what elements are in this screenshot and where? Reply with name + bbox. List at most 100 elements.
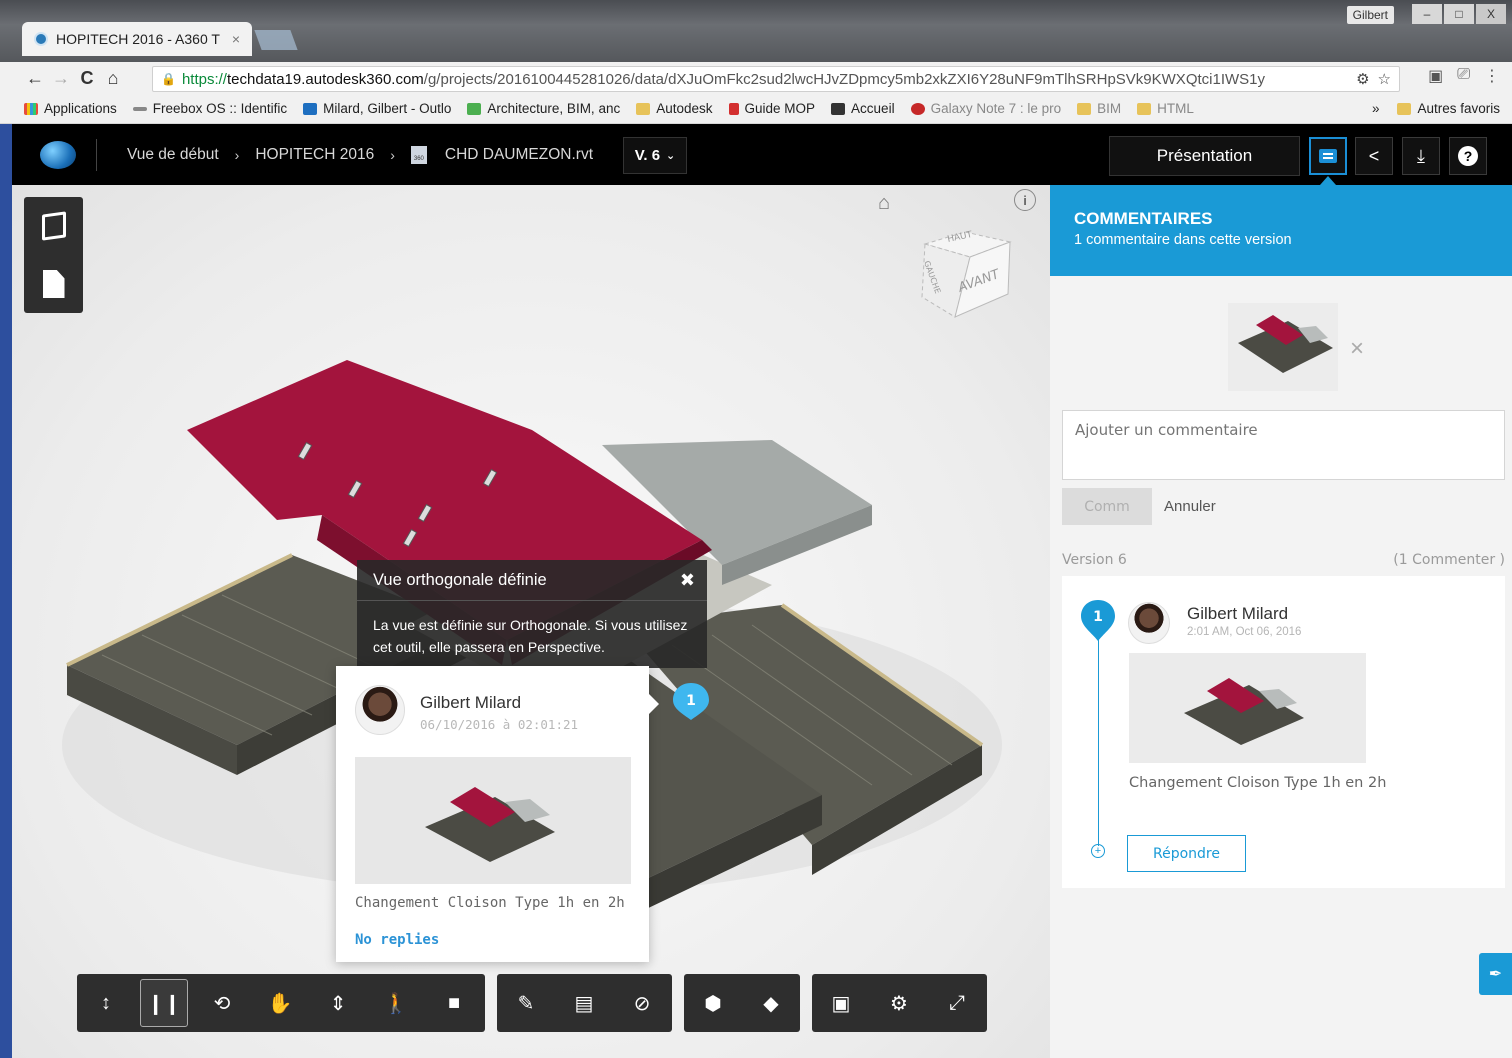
viewcube[interactable]: HAUT AVANT GAUCHE: [920, 222, 1015, 322]
back-button[interactable]: ←: [22, 68, 48, 89]
presentation-button[interactable]: Présentation: [1109, 136, 1300, 176]
comment-snapshot[interactable]: [355, 757, 631, 884]
home-button[interactable]: ⌂: [100, 68, 126, 89]
cast-icon[interactable]: ⎚: [1457, 66, 1470, 86]
pen-icon: ✒: [1488, 966, 1503, 983]
window-user-badge[interactable]: Gilbert: [1346, 6, 1394, 24]
bookmark-label: HTML: [1157, 101, 1194, 116]
chevron-right-icon: ›: [234, 147, 240, 163]
walk-icon[interactable]: 🚶: [367, 974, 425, 1032]
comment-popup: Gilbert Milard 06/10/2016 à 02:01:21 Cha…: [336, 666, 659, 962]
remove-snapshot-icon[interactable]: ×: [1350, 335, 1364, 363]
download-icon: ⤓: [1417, 145, 1425, 166]
popup-date: 06/10/2016 à 02:01:21: [420, 717, 579, 732]
bookmark-label: Guide MOP: [744, 101, 816, 116]
add-reply-icon[interactable]: +: [1091, 844, 1105, 858]
cancel-button[interactable]: Annuler: [1164, 498, 1216, 515]
breadcrumb-home[interactable]: Vue de début: [127, 146, 219, 164]
extensions-area: ▣ ⎚ ⋮: [1428, 66, 1500, 86]
maximize-button[interactable]: □: [1444, 4, 1474, 24]
close-window-button[interactable]: X: [1476, 4, 1506, 24]
settings-icon[interactable]: ⚙: [870, 974, 928, 1032]
bookmark-galaxy[interactable]: Galaxy Note 7 : le pro: [910, 101, 1061, 116]
address-bar[interactable]: 🔒 https:// techdata19.autodesk360.com /g…: [152, 66, 1400, 92]
model-browser-icon[interactable]: ▣: [812, 974, 870, 1032]
hide-icon[interactable]: ⊘: [613, 974, 671, 1032]
bookmark-bim[interactable]: BIM: [1077, 101, 1121, 116]
site-icon: [467, 102, 482, 115]
bookmark-applications[interactable]: Applications: [24, 101, 117, 116]
sheets-button[interactable]: [24, 255, 83, 313]
browser-tab[interactable]: HOPITECH 2016 - A360 T ×: [22, 22, 252, 56]
reload-button[interactable]: C: [74, 68, 100, 89]
info-icon[interactable]: i: [1014, 189, 1036, 211]
explode-icon[interactable]: ⬢: [684, 974, 742, 1032]
comment-icon[interactable]: ▤: [555, 974, 613, 1032]
new-tab-button[interactable]: [254, 30, 298, 50]
apps-grid-icon: [24, 102, 38, 115]
home-view-icon[interactable]: ⌂: [878, 192, 890, 215]
cube-icon: [41, 211, 66, 241]
orbit-icon[interactable]: ⟲: [193, 974, 251, 1032]
toast-close-icon[interactable]: ✖: [680, 570, 695, 591]
submit-comment-button[interactable]: Comm: [1062, 488, 1152, 525]
version-dropdown[interactable]: V. 6 ⌄: [623, 137, 687, 174]
a360-logo-icon[interactable]: [40, 141, 76, 169]
share-button[interactable]: <: [1355, 137, 1393, 175]
zoom-icon[interactable]: ⇕: [309, 974, 367, 1032]
reply-button[interactable]: Répondre: [1127, 835, 1246, 872]
version-label: Version 6: [1062, 552, 1127, 568]
comment-input[interactable]: [1062, 410, 1505, 480]
bookmark-label: Autodesk: [656, 101, 713, 116]
accueil-icon: [831, 102, 846, 115]
markup-icon[interactable]: ✎: [497, 974, 555, 1032]
folder-icon: [636, 102, 651, 115]
attached-snapshot[interactable]: [1228, 303, 1338, 391]
popup-comment-text: Changement Cloison Type 1h en 2h: [355, 895, 625, 911]
breadcrumb-file: CHD DAUMEZON.rvt: [444, 146, 593, 163]
bookmark-label: Freebox OS :: Identific: [152, 101, 288, 116]
comment-snapshot[interactable]: [1129, 653, 1366, 763]
markup-toolbar: ✎ ▤ ⊘: [497, 974, 672, 1032]
bookmark-freebox[interactable]: Freebox OS :: Identific: [132, 101, 288, 116]
comments-button[interactable]: [1309, 137, 1347, 175]
bookmarks-overflow-button[interactable]: »: [1372, 101, 1380, 116]
bookmark-autodesk[interactable]: Autodesk: [636, 101, 713, 116]
avatar: [1128, 602, 1170, 644]
other-bookmarks[interactable]: Autres favoris: [1397, 101, 1500, 116]
bookmark-label: BIM: [1097, 101, 1122, 116]
menu-icon[interactable]: ⋮: [1484, 66, 1500, 86]
bookmarks-right: » Autres favoris: [1372, 101, 1500, 116]
camera-orbit-icon[interactable]: ↕: [77, 974, 135, 1032]
extension-icon[interactable]: ▣: [1428, 66, 1443, 86]
feedback-button[interactable]: ✒: [1479, 953, 1512, 995]
model-view-button[interactable]: [24, 197, 83, 255]
bookmark-html[interactable]: HTML: [1137, 101, 1194, 116]
bookmark-architecture[interactable]: Architecture, BIM, anc: [467, 101, 620, 116]
comment-pin[interactable]: 1: [1079, 598, 1117, 642]
forward-button[interactable]: →: [48, 68, 74, 89]
bookmark-accueil[interactable]: Accueil: [831, 101, 895, 116]
bookmark-star-icon[interactable]: ☆: [1378, 70, 1391, 88]
bookmark-guide-mop[interactable]: Guide MOP: [728, 101, 816, 116]
lock-icon: 🔒: [161, 72, 176, 86]
fullscreen-icon[interactable]: ⤢: [928, 974, 986, 1032]
site-settings-icon[interactable]: ⚙: [1356, 70, 1369, 88]
minimize-button[interactable]: –: [1412, 4, 1442, 24]
tab-close-icon[interactable]: ×: [232, 31, 240, 47]
download-button[interactable]: ⤓: [1402, 137, 1440, 175]
left-toolbar: [24, 197, 83, 313]
pan-icon[interactable]: ✋: [251, 974, 309, 1032]
help-button[interactable]: ?: [1449, 137, 1487, 175]
first-person-icon[interactable]: ❙❙: [140, 979, 188, 1027]
no-replies-link[interactable]: No replies: [355, 932, 439, 948]
breadcrumb-project[interactable]: HOPITECH 2016: [255, 146, 374, 164]
pin-number: 1: [686, 693, 696, 709]
section-icon[interactable]: ◆: [742, 974, 800, 1032]
comments-header: COMMENTAIRES 1 commentaire dans cette ve…: [1050, 185, 1512, 276]
bookmark-outlook[interactable]: Milard, Gilbert - Outlo: [303, 101, 451, 116]
camera-icon[interactable]: ■: [425, 974, 483, 1032]
navigation-toolbar: ↕ ❙❙ ⟲ ✋ ⇕ 🚶 ■: [77, 974, 485, 1032]
bookmark-label: Accueil: [851, 101, 895, 116]
comment-pin[interactable]: 1: [671, 681, 711, 721]
